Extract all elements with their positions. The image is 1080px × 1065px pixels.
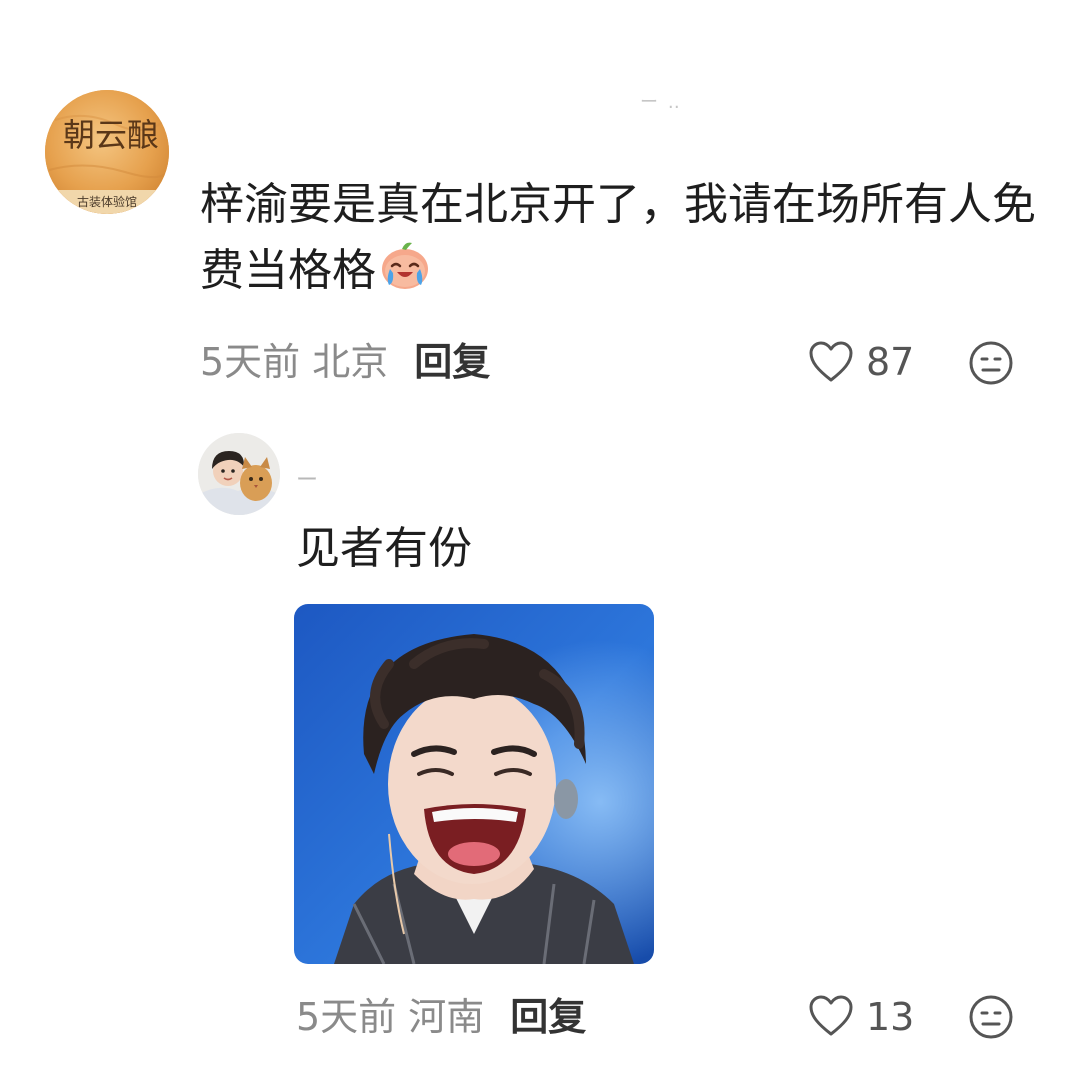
comment-text: 梓渝要是真在北京开了，我请在场所有人免费当格格 [200,172,1040,310]
reply-time: 5天前 [296,995,397,1039]
heart-outline-icon [809,995,853,1036]
comment-meta: 5天前 北京 回复 [200,338,490,386]
heart-outline-icon [809,341,853,382]
comment-location: 北京 [312,340,389,384]
comment-time: 5天前 [200,340,301,384]
svg-text:古装体验馆: 古装体验馆 [77,194,137,209]
comment-body: 梓渝要是真在北京开了，我请在场所有人免费当格格 [200,179,1036,296]
svg-text:朝云酿: 朝云酿 [63,116,159,154]
reply-button[interactable]: 回复 [414,340,490,384]
photo-image [294,604,654,964]
avatar[interactable]: 朝云酿 古装体验馆 [45,90,169,214]
reply-button[interactable]: 回复 [510,995,586,1039]
neutral-face-icon [969,341,1013,385]
reply-location: 河南 [408,995,485,1039]
like-button[interactable] [808,994,854,1038]
boy-with-cat-avatar [198,433,280,515]
neutral-face-icon [969,995,1013,1039]
reply-username[interactable]: ー [296,462,318,494]
like-button[interactable] [808,340,854,384]
wine-club-logo-avatar: 朝云酿 古装体验馆 [45,90,169,214]
reply-avatar[interactable] [198,433,280,515]
dislike-button[interactable] [968,340,1014,390]
comment-username[interactable]: ー ‥ [640,88,682,114]
reply-meta: 5天前 河南 回复 [296,993,586,1041]
laughing-singer-photo[interactable] [294,604,654,964]
reply-text: 见者有份 [296,523,472,574]
dislike-button[interactable] [968,994,1014,1044]
like-count: 13 [866,995,915,1039]
like-count: 87 [866,340,915,384]
crying-peach-emoji-icon [378,239,432,310]
